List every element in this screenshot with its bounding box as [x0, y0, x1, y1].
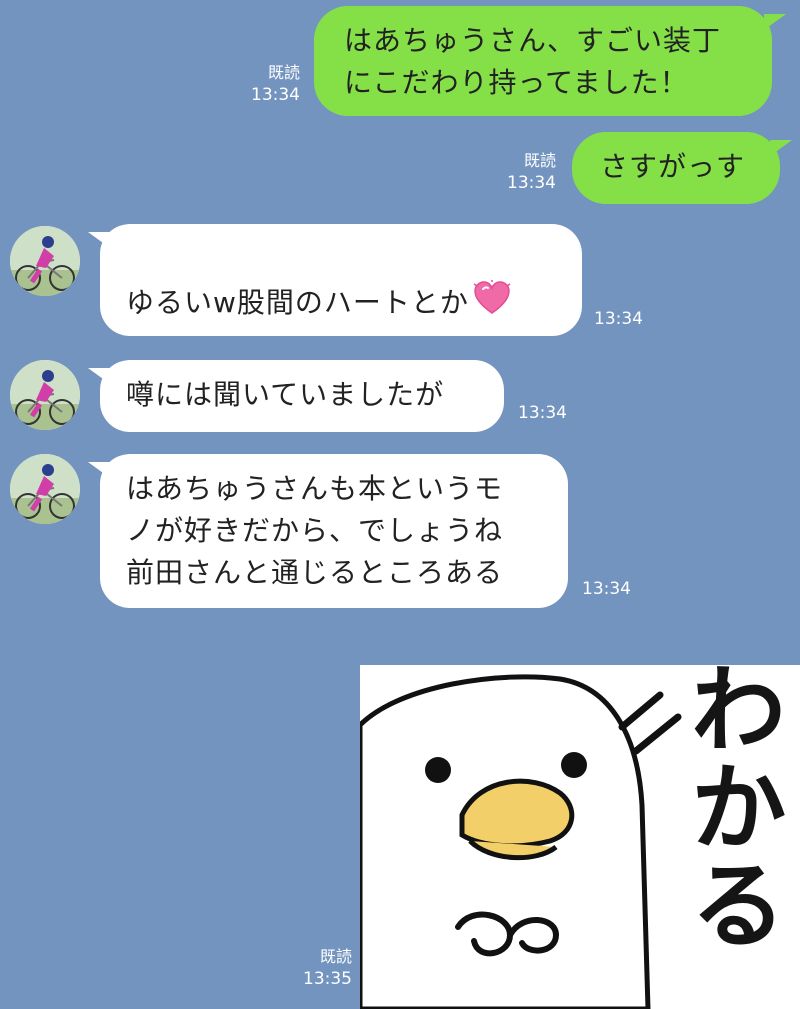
message-time: 13:34	[582, 579, 631, 599]
message-time: 13:34	[251, 85, 300, 105]
message-time: 13:34	[518, 403, 567, 423]
read-receipt: 既読	[267, 63, 300, 82]
cyclist-avatar-icon	[10, 360, 80, 430]
avatar[interactable]	[10, 226, 80, 296]
chat-screen: { "colors": { "background": "#7494c0", "…	[0, 0, 800, 1009]
message-meta: 13:34	[582, 578, 631, 600]
message-meta: 既読 13:34	[484, 150, 556, 194]
message-time: 13:34	[507, 173, 556, 193]
incoming-message-bubble[interactable]: はあちゅうさんも本というモ ノが好きだから、でしょうね 前田さんと通じるところあ…	[100, 454, 568, 608]
outgoing-message-bubble[interactable]: さすがっす	[572, 132, 780, 204]
incoming-message-bubble[interactable]: ゆるいw股間のハートとか w	[100, 224, 582, 407]
outgoing-message-bubble[interactable]: はあちゅうさん、すごい装丁 にこだわり持ってました！	[314, 6, 772, 116]
avatar[interactable]	[10, 360, 80, 430]
sticker-caption: わかる	[674, 659, 786, 953]
sparkling-heart-icon	[473, 280, 511, 328]
avatar[interactable]	[10, 454, 80, 524]
read-receipt: 既読	[523, 151, 556, 170]
bubble-tail	[764, 14, 786, 30]
cyclist-avatar-icon	[10, 226, 80, 296]
message-time: 13:35	[303, 969, 352, 989]
message-time: 13:34	[594, 309, 643, 329]
cyclist-avatar-icon	[10, 454, 80, 524]
read-receipt: 既読	[319, 947, 352, 966]
white-bird-sticker[interactable]: わかる	[357, 659, 800, 1009]
bubble-tail	[770, 140, 792, 156]
incoming-message-bubble[interactable]: 噂には聞いていましたが	[100, 360, 504, 432]
message-meta: 13:34	[594, 308, 643, 330]
message-meta: 13:34	[518, 402, 567, 424]
message-meta: 既読 13:34	[228, 62, 300, 106]
message-text: ゆるいw股間のハートとか	[126, 286, 469, 319]
message-meta: 既読 13:35	[278, 946, 352, 990]
